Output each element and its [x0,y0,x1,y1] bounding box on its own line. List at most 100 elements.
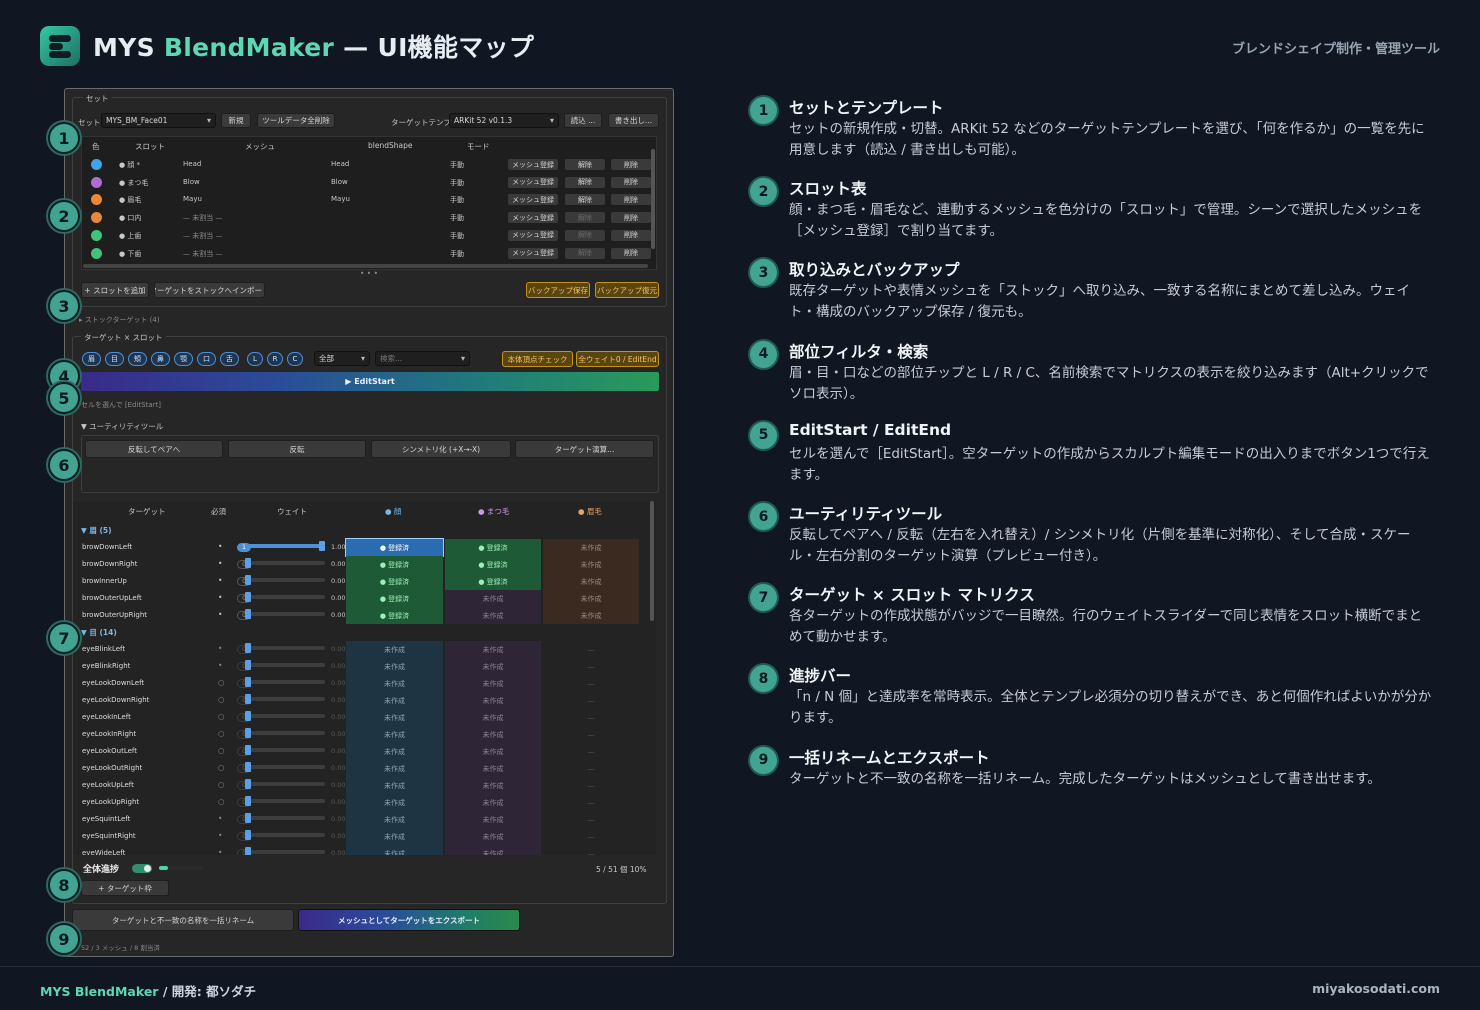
import-stock-button[interactable]: ターゲットをストックへインポート [154,282,265,298]
weight-slider[interactable] [245,728,325,738]
cell-brow[interactable]: 未作成 [543,607,639,624]
cell-face[interactable]: 未作成 [346,692,443,709]
weight-slider-knob[interactable] [245,830,251,840]
cell-lash[interactable]: 未作成 [445,675,541,692]
cell-face[interactable]: ● 登録済 [345,538,444,557]
cell-face[interactable]: 未作成 [346,709,443,726]
slot-row[interactable]: ● 顔 * Head Head 手動 メッシュ登録 解除 削除 [81,156,656,173]
weight-slider[interactable] [245,779,325,789]
set-dropdown[interactable]: MYS_BM_Face01 [101,113,216,128]
weight-slider-knob[interactable] [245,694,251,704]
slot-scrollbar[interactable] [651,149,655,249]
cell-face[interactable]: 未作成 [346,658,443,675]
cell-brow[interactable]: — [543,726,639,743]
clear-tool-data-button[interactable]: ツールデータ全削除 [257,113,335,128]
cell-lash[interactable]: ● 登録済 [445,573,541,590]
delete-slot-button[interactable]: 削除 [610,211,652,225]
cell-face[interactable]: 未作成 [346,794,443,811]
backup-restore-button[interactable]: バックアップ復元 [595,282,659,298]
cell-lash[interactable]: 未作成 [445,641,541,658]
mesh-register-button[interactable]: メッシュ登録 [507,158,559,171]
slot-row[interactable]: ● 口内 — 未割当 — 手動 メッシュ登録 解除 削除 [81,209,656,226]
symmetrize-button[interactable]: シンメトリ化 (+X→-X) [371,440,511,458]
matrix-row[interactable]: eyeLookOutRight ○ 0 0.00 未作成 未作成 — [81,760,647,777]
weight-slider-knob[interactable] [245,728,251,738]
cell-brow[interactable]: — [543,743,639,760]
matrix-row[interactable]: eyeLookInLeft ○ 0 0.00 未作成 未作成 — [81,709,647,726]
cell-lash[interactable]: 未作成 [445,743,541,760]
slot-color-swatch[interactable] [91,159,102,170]
weight-slider[interactable] [245,643,325,653]
unregister-button[interactable]: 解除 [564,175,606,189]
weight-slider-knob[interactable] [245,643,251,653]
region-filter-dropdown[interactable]: 全部 [314,351,370,366]
cell-face[interactable]: 未作成 [346,760,443,777]
weight-slider-knob[interactable] [245,711,251,721]
group-brow[interactable]: ▼ 眉 (5) [81,525,112,536]
matrix-row[interactable]: browDownRight • 0 0.00 ● 登録済 ● 登録済 未作成 [81,556,647,573]
template-dropdown[interactable]: ARKit 52 v0.1.3 [449,113,559,128]
weight-slider-knob[interactable] [245,558,251,568]
cell-brow[interactable]: — [543,641,639,658]
cell-lash[interactable]: ● 登録済 [445,556,541,573]
unregister-button[interactable]: 解除 [564,158,606,171]
region-chip[interactable]: 舌 [220,352,239,366]
cell-brow[interactable]: — [543,760,639,777]
cell-face[interactable]: ● 登録済 [346,556,443,573]
cell-lash[interactable]: 未作成 [445,658,541,675]
weight-slider[interactable] [245,847,325,855]
cell-face[interactable]: 未作成 [346,811,443,828]
matrix-row[interactable]: browOuterUpLeft • 0 0.00 ● 登録済 未作成 未作成 [81,590,647,607]
footer-site[interactable]: miyakosodati.com [1312,981,1440,996]
weight-slider-knob[interactable] [245,847,251,855]
slot-color-swatch[interactable] [91,194,102,206]
slot-row[interactable]: ● 上歯 — 未割当 — 手動 メッシュ登録 解除 削除 [81,227,656,244]
cell-lash[interactable]: 未作成 [445,607,541,624]
cell-brow[interactable]: — [543,811,639,828]
progress-toggle[interactable] [132,864,152,873]
weight-slider-knob[interactable] [245,660,251,670]
cell-lash[interactable]: 未作成 [445,777,541,794]
weight-slider-knob[interactable] [245,779,251,789]
weight-slider-knob[interactable] [245,592,251,602]
cell-brow[interactable]: — [543,709,639,726]
add-slot-button[interactable]: + スロットを追加 [81,282,149,298]
slot-color-swatch[interactable] [91,212,102,224]
matrix-row[interactable]: browInnerUp • 0 0.00 ● 登録済 ● 登録済 未作成 [81,573,647,590]
cell-lash[interactable]: 未作成 [445,709,541,726]
add-target-slot-button[interactable]: + ターゲット枠 [81,880,169,896]
cell-lash[interactable]: 未作成 [445,794,541,811]
mesh-register-button[interactable]: メッシュ登録 [507,211,559,225]
cell-face[interactable]: 未作成 [346,726,443,743]
matrix-row[interactable]: eyeLookDownLeft ○ 0 0.00 未作成 未作成 — [81,675,647,692]
side-chip[interactable]: C [287,352,303,366]
flip-to-pair-button[interactable]: 反転してペアへ [85,440,223,458]
cell-lash[interactable]: 未作成 [445,692,541,709]
weight-slider[interactable] [245,592,325,602]
mesh-register-button[interactable]: メッシュ登録 [507,228,559,242]
delete-slot-button[interactable]: 削除 [610,175,652,189]
weight-slider-knob[interactable] [245,745,251,755]
cell-brow[interactable]: — [543,658,639,675]
slot-row[interactable]: ● 眉毛 Mayu Mayu 手動 メッシュ登録 解除 削除 [81,191,656,208]
cell-lash[interactable]: ● 登録済 [445,539,541,556]
unregister-button[interactable]: 解除 [564,211,606,225]
backup-save-button[interactable]: バックアップ保存 [526,282,590,298]
weight-slider[interactable] [245,660,325,670]
unregister-button[interactable]: 解除 [564,193,606,207]
weight-slider[interactable] [245,677,325,687]
weight-slider[interactable] [245,609,325,619]
vertex-check-button[interactable]: 本体頂点チェック [502,351,573,367]
cell-brow[interactable]: — [543,845,639,856]
weight-slider[interactable] [245,762,325,772]
cell-face[interactable]: 未作成 [346,845,443,855]
matrix-scrollbar[interactable] [650,501,654,621]
weight-slider[interactable] [245,830,325,840]
cell-lash[interactable]: 未作成 [445,590,541,607]
cell-brow[interactable]: 未作成 [543,556,639,573]
slot-color-swatch[interactable] [91,229,102,241]
region-chip[interactable]: 目 [105,352,124,366]
all-weight-zero-button[interactable]: 全ウェイト0 / EditEnd [576,351,659,367]
slot-hscrollbar[interactable] [83,264,648,268]
region-chip[interactable]: 口 [197,352,216,366]
